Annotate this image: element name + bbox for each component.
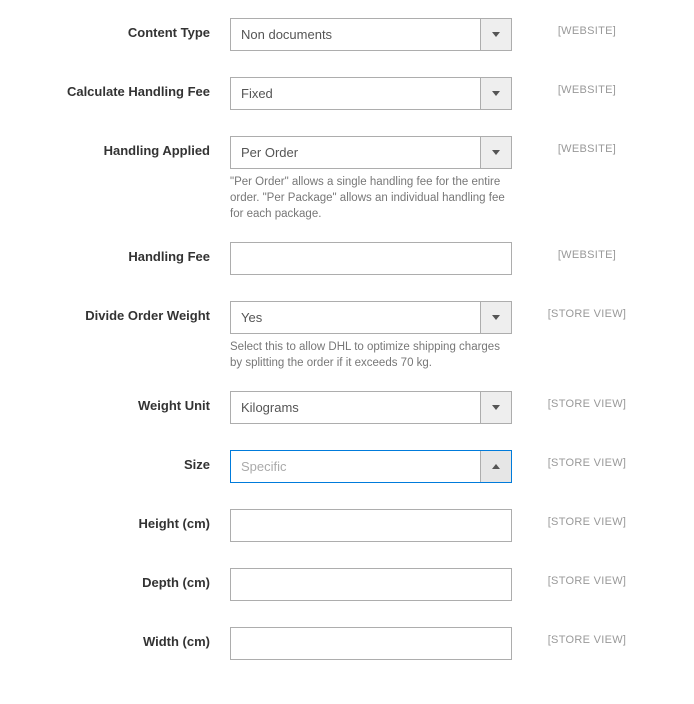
content-type-row: Content Type Non documents [WEBSITE] — [40, 18, 654, 51]
handling-fee-label: Handling Fee — [40, 242, 230, 264]
size-value: Specific — [231, 451, 480, 482]
chevron-down-icon — [480, 392, 511, 423]
handling-fee-row: Handling Fee [WEBSITE] — [40, 242, 654, 275]
depth-row: Depth (cm) [STORE VIEW] — [40, 568, 654, 601]
divide-order-weight-select[interactable]: Yes — [230, 301, 512, 334]
calculate-handling-fee-select[interactable]: Fixed — [230, 77, 512, 110]
divide-order-weight-value: Yes — [231, 302, 480, 333]
handling-applied-scope: [WEBSITE] — [512, 136, 632, 155]
handling-applied-value: Per Order — [231, 137, 480, 168]
width-row: Width (cm) [STORE VIEW] — [40, 627, 654, 660]
size-scope: [STORE VIEW] — [512, 450, 632, 469]
chevron-down-icon — [480, 19, 511, 50]
content-type-value: Non documents — [231, 19, 480, 50]
content-type-scope: [WEBSITE] — [512, 18, 632, 37]
weight-unit-label: Weight Unit — [40, 391, 230, 413]
handling-fee-scope: [WEBSITE] — [512, 242, 632, 261]
chevron-down-icon — [480, 302, 511, 333]
chevron-down-icon — [480, 137, 511, 168]
content-type-label: Content Type — [40, 18, 230, 40]
size-select[interactable]: Specific — [230, 450, 512, 483]
chevron-down-icon — [480, 78, 511, 109]
handling-applied-help: "Per Order" allows a single handling fee… — [230, 174, 512, 222]
height-scope: [STORE VIEW] — [512, 509, 632, 528]
handling-applied-select[interactable]: Per Order — [230, 136, 512, 169]
content-type-select[interactable]: Non documents — [230, 18, 512, 51]
height-row: Height (cm) [STORE VIEW] — [40, 509, 654, 542]
width-input[interactable] — [230, 627, 512, 660]
handling-applied-row: Handling Applied Per Order "Per Order" a… — [40, 136, 654, 222]
depth-input[interactable] — [230, 568, 512, 601]
handling-applied-label: Handling Applied — [40, 136, 230, 158]
divide-order-weight-row: Divide Order Weight Yes Select this to a… — [40, 301, 654, 371]
chevron-up-icon — [480, 451, 511, 482]
height-label: Height (cm) — [40, 509, 230, 531]
size-row: Size Specific [STORE VIEW] — [40, 450, 654, 483]
divide-order-weight-label: Divide Order Weight — [40, 301, 230, 323]
divide-order-weight-help: Select this to allow DHL to optimize shi… — [230, 339, 512, 371]
depth-scope: [STORE VIEW] — [512, 568, 632, 587]
calculate-handling-fee-scope: [WEBSITE] — [512, 77, 632, 96]
weight-unit-row: Weight Unit Kilograms [STORE VIEW] — [40, 391, 654, 424]
calculate-handling-fee-value: Fixed — [231, 78, 480, 109]
weight-unit-scope: [STORE VIEW] — [512, 391, 632, 410]
weight-unit-select[interactable]: Kilograms — [230, 391, 512, 424]
width-scope: [STORE VIEW] — [512, 627, 632, 646]
handling-fee-input[interactable] — [230, 242, 512, 275]
width-label: Width (cm) — [40, 627, 230, 649]
depth-label: Depth (cm) — [40, 568, 230, 590]
weight-unit-value: Kilograms — [231, 392, 480, 423]
divide-order-weight-scope: [STORE VIEW] — [512, 301, 632, 320]
size-label: Size — [40, 450, 230, 472]
calculate-handling-fee-row: Calculate Handling Fee Fixed [WEBSITE] — [40, 77, 654, 110]
calculate-handling-fee-label: Calculate Handling Fee — [40, 77, 230, 99]
height-input[interactable] — [230, 509, 512, 542]
